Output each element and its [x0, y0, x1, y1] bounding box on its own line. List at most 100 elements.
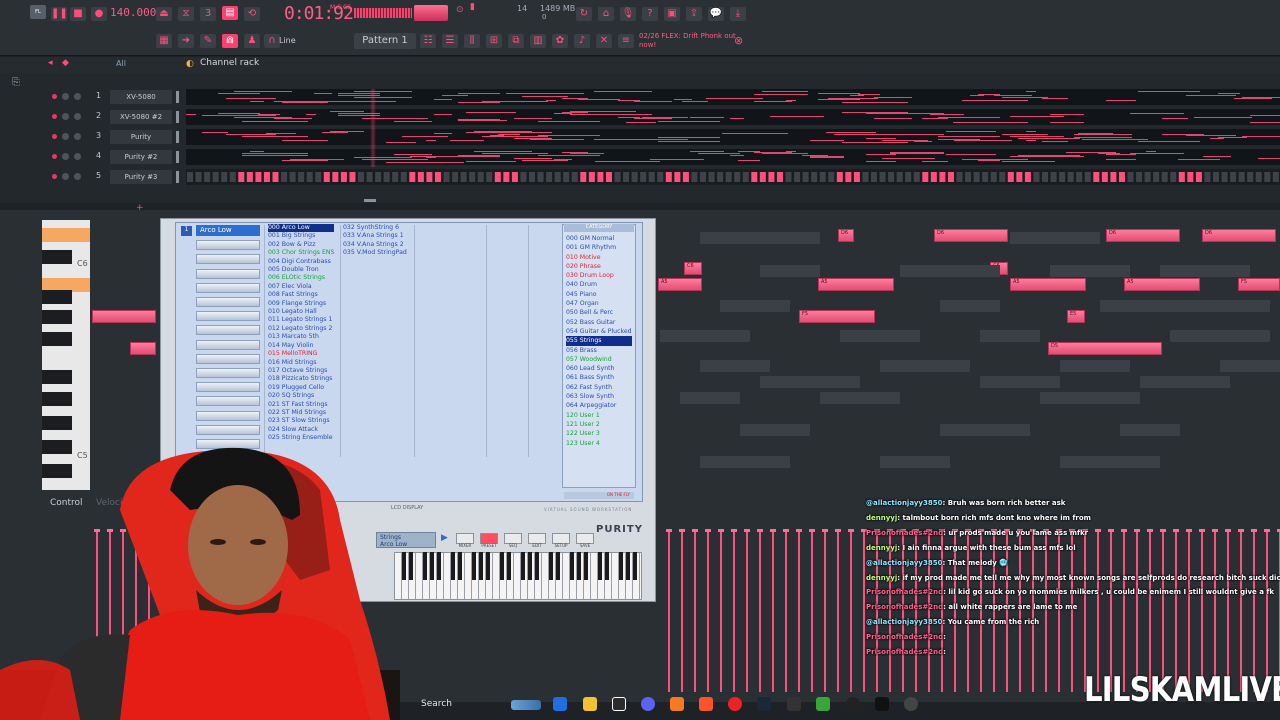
list-item[interactable]: 018 Pizzicato Strings: [268, 375, 334, 383]
list-item[interactable]: 034 V.Ana Strings 2: [343, 241, 407, 249]
pan-knob-icon[interactable]: [62, 113, 69, 120]
plugin-button[interactable]: EDIT: [528, 533, 546, 548]
channel-name[interactable]: Purity #2: [110, 150, 172, 164]
step[interactable]: [862, 172, 869, 182]
list-item[interactable]: 013 Marcato 5th: [268, 333, 334, 341]
step[interactable]: [973, 172, 980, 182]
list-item[interactable]: 001 GM Rhythm: [566, 243, 632, 252]
browser-icon[interactable]: ⌂: [598, 7, 614, 21]
step[interactable]: [400, 172, 407, 182]
wait-input-icon[interactable]: ⧖: [178, 7, 194, 21]
step[interactable]: [896, 172, 903, 182]
step[interactable]: [375, 172, 382, 182]
channel-filter[interactable]: All: [116, 59, 126, 68]
channel-row[interactable]: 4 Purity #2: [40, 148, 1280, 166]
list-item[interactable]: 063 Slow Synth: [566, 392, 632, 401]
list-item[interactable]: 014 May Violin: [268, 342, 334, 350]
step[interactable]: [1059, 172, 1066, 182]
velocity-bar[interactable]: [744, 529, 750, 692]
channel-number[interactable]: 5: [96, 171, 101, 180]
note-preview[interactable]: [186, 89, 1280, 105]
pan-knob-icon[interactable]: [62, 133, 69, 140]
black-key[interactable]: [605, 552, 609, 580]
settings-icon[interactable]: [728, 697, 742, 711]
step[interactable]: [417, 172, 424, 182]
black-key[interactable]: [402, 552, 406, 580]
step[interactable]: [1195, 172, 1202, 182]
channel-row[interactable]: 3 Purity: [40, 128, 1280, 146]
list-item[interactable]: 032 SynthString 6: [343, 224, 407, 232]
list-item[interactable]: 019 Plugged Cello: [268, 384, 334, 392]
step[interactable]: [631, 172, 638, 182]
step[interactable]: [537, 172, 544, 182]
tempo-display[interactable]: 140.000: [110, 6, 156, 22]
note-preview[interactable]: [186, 109, 1280, 125]
step[interactable]: [306, 172, 313, 182]
list-item[interactable]: 050 Bell & Perc: [566, 308, 632, 317]
step[interactable]: [828, 172, 835, 182]
pause-icon[interactable]: ❚❚: [51, 7, 68, 21]
note[interactable]: F5: [799, 310, 875, 323]
step[interactable]: [546, 172, 553, 182]
step[interactable]: [879, 172, 886, 182]
channel-select[interactable]: [176, 151, 179, 163]
magnet-icon[interactable]: ⋒: [222, 34, 238, 48]
app-icon-2[interactable]: [816, 697, 830, 711]
patch-slot[interactable]: [196, 282, 260, 293]
step[interactable]: [1204, 172, 1211, 182]
step[interactable]: [1007, 172, 1014, 182]
velocity-bar[interactable]: [835, 529, 841, 692]
list-item[interactable]: 020 SQ Strings: [268, 392, 334, 400]
list-item[interactable]: 021 ST Fast Strings: [268, 401, 334, 409]
note[interactable]: D6: [934, 229, 1008, 242]
channel-name[interactable]: XV-5080: [110, 90, 172, 104]
black-key[interactable]: [458, 552, 462, 580]
step[interactable]: [511, 172, 518, 182]
channel-select[interactable]: [176, 131, 179, 143]
step[interactable]: [486, 172, 493, 182]
note[interactable]: F5: [1238, 278, 1280, 291]
blend-notes-icon[interactable]: ▤: [222, 6, 238, 20]
note[interactable]: [92, 310, 156, 323]
step[interactable]: [494, 172, 501, 182]
volume-knob-icon[interactable]: [74, 113, 81, 120]
channel-select[interactable]: [176, 171, 179, 183]
black-key[interactable]: [500, 552, 504, 580]
black-key[interactable]: [507, 552, 511, 580]
step[interactable]: [1050, 172, 1057, 182]
step[interactable]: [708, 172, 715, 182]
step[interactable]: [759, 172, 766, 182]
note[interactable]: D6: [1106, 229, 1180, 242]
step[interactable]: [452, 172, 459, 182]
channel-number[interactable]: 3: [96, 131, 101, 140]
step[interactable]: [999, 172, 1006, 182]
step[interactable]: [1110, 172, 1117, 182]
step[interactable]: [204, 172, 211, 182]
step[interactable]: [717, 172, 724, 182]
step[interactable]: [477, 172, 484, 182]
volume-knob-icon[interactable]: [74, 93, 81, 100]
plugin-button[interactable]: PRESET: [480, 533, 498, 548]
step[interactable]: [768, 172, 775, 182]
step[interactable]: [734, 172, 741, 182]
mute-led-icon[interactable]: [52, 94, 57, 99]
note[interactable]: C6: [684, 262, 702, 275]
help-icon[interactable]: ?: [642, 7, 658, 21]
black-key[interactable]: [570, 552, 574, 580]
step[interactable]: [794, 172, 801, 182]
refresh-icon[interactable]: ↻: [576, 7, 592, 21]
patch-slot[interactable]: [196, 353, 260, 364]
channel-select[interactable]: [176, 91, 179, 103]
step[interactable]: [520, 172, 527, 182]
mute-led-icon[interactable]: [52, 134, 57, 139]
list-item[interactable]: 120 User 1: [566, 411, 632, 420]
step[interactable]: [554, 172, 561, 182]
step[interactable]: [742, 172, 749, 182]
velocity-bar[interactable]: [692, 529, 698, 692]
list-item[interactable]: 001 Big Strings: [268, 232, 334, 240]
step[interactable]: [802, 172, 809, 182]
browser-view-icon[interactable]: ⧉: [508, 34, 524, 48]
black-key[interactable]: [437, 552, 441, 580]
velocity-bar[interactable]: [679, 529, 685, 692]
note[interactable]: D5: [1048, 342, 1162, 355]
